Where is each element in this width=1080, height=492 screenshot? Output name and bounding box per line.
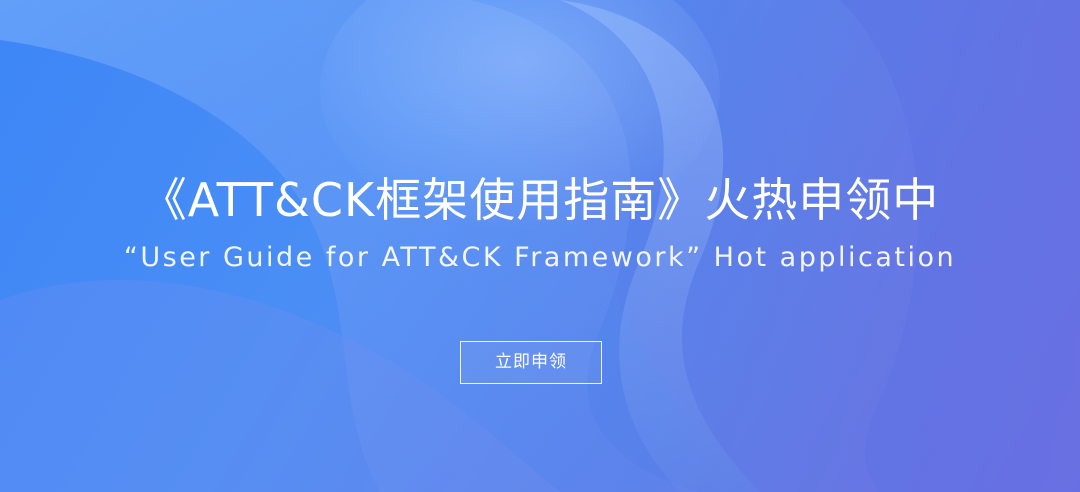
apply-now-button[interactable]: 立即申领	[460, 341, 602, 384]
promo-banner: 《ATT&CK框架使用指南》火热申领中 “User Guide for ATT&…	[0, 0, 1080, 492]
banner-headline: 《ATT&CK框架使用指南》火热申领中	[140, 173, 940, 227]
banner-subheadline: “User Guide for ATT&CK Framework” Hot ap…	[123, 242, 957, 273]
